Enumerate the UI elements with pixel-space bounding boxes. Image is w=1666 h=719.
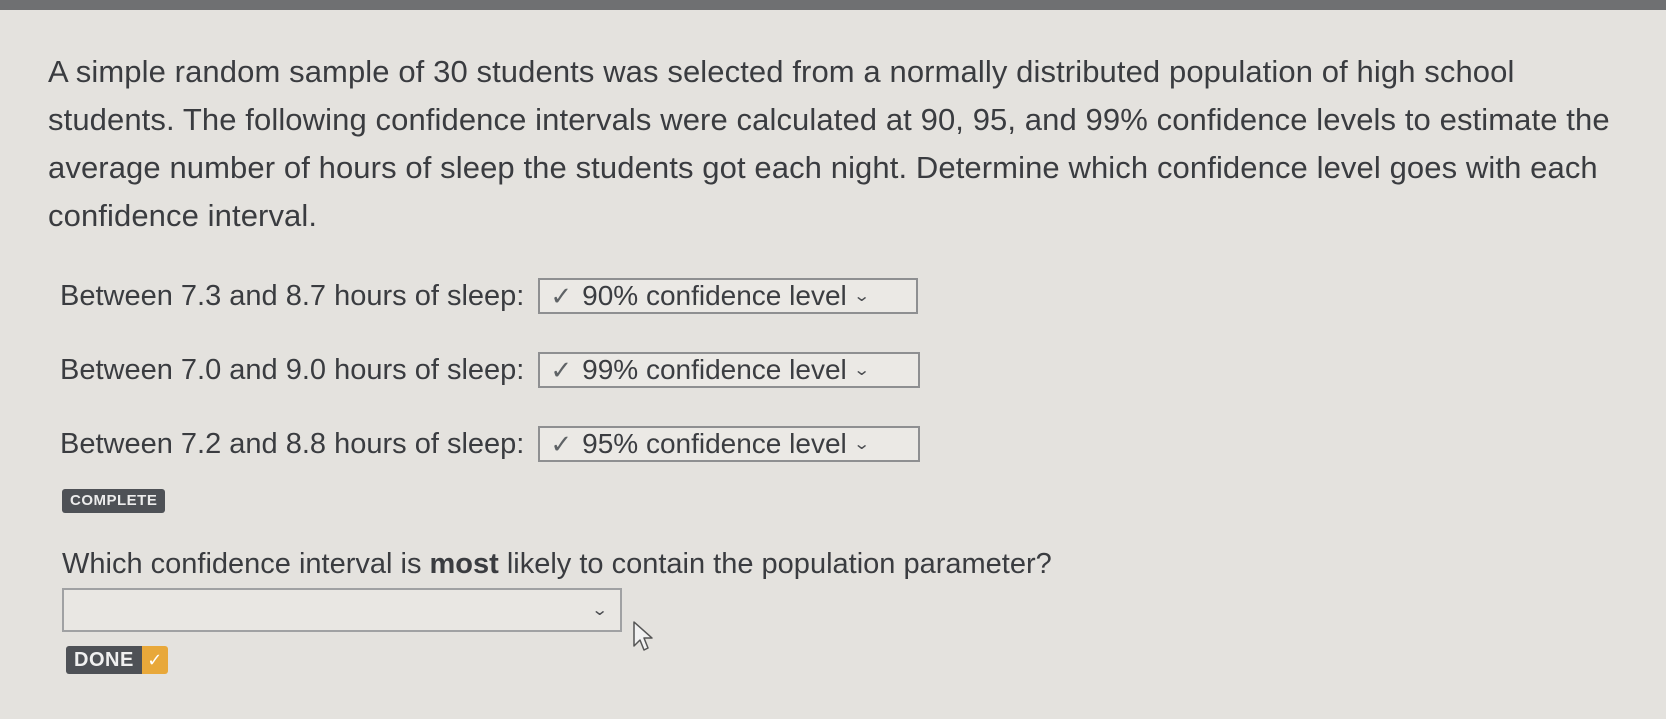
done-button-label: DONE xyxy=(66,646,142,674)
question-2-text: Which confidence interval is most likely… xyxy=(62,548,1052,581)
question-2-after: likely to contain the population paramet… xyxy=(498,548,1052,580)
match-selected-value-2: 99% confidence level xyxy=(582,354,847,385)
top-bar xyxy=(0,0,1666,10)
match-row-2: Between 7.0 and 9.0 hours of sleep: ✓ 99… xyxy=(60,350,921,390)
match-select-3[interactable]: ✓ 95% confidence level ⌄ xyxy=(538,426,921,462)
match-label-1: Between 7.3 and 8.7 hours of sleep: xyxy=(60,279,525,312)
match-row-1: Between 7.3 and 8.7 hours of sleep: ✓ 90… xyxy=(60,276,919,316)
match-row-3: Between 7.2 and 8.8 hours of sleep: ✓ 95… xyxy=(60,424,921,464)
checkmark-icon: ✓ xyxy=(550,354,573,385)
complete-badge: COMPLETE xyxy=(62,489,166,513)
question-text: A simple random sample of 30 students wa… xyxy=(48,54,1610,233)
chevron-down-icon: ⌄ xyxy=(852,362,871,379)
match-select-2[interactable]: ✓ 99% confidence level ⌄ xyxy=(538,352,921,388)
question-2-before: Which confidence interval is xyxy=(62,548,430,580)
match-label-2: Between 7.0 and 9.0 hours of sleep: xyxy=(60,353,525,386)
match-label-3: Between 7.2 and 8.8 hours of sleep: xyxy=(60,427,525,460)
answer-dropdown[interactable]: ⌄ xyxy=(62,588,622,632)
checkmark-icon: ✓ xyxy=(550,280,573,311)
checkmark-icon: ✓ xyxy=(141,646,168,674)
chevron-down-icon: ⌄ xyxy=(852,288,871,305)
question-2-bold: most xyxy=(429,548,499,580)
mouse-pointer-icon xyxy=(632,620,654,657)
chevron-down-icon: ⌄ xyxy=(590,602,609,619)
checkmark-icon: ✓ xyxy=(550,428,573,459)
match-select-1[interactable]: ✓ 90% confidence level ⌄ xyxy=(538,278,919,314)
match-selected-value-1: 90% confidence level xyxy=(582,280,847,311)
chevron-down-icon: ⌄ xyxy=(852,436,871,453)
match-selected-value-3: 95% confidence level xyxy=(582,428,847,459)
done-button[interactable]: DONE ✓ xyxy=(66,646,168,674)
